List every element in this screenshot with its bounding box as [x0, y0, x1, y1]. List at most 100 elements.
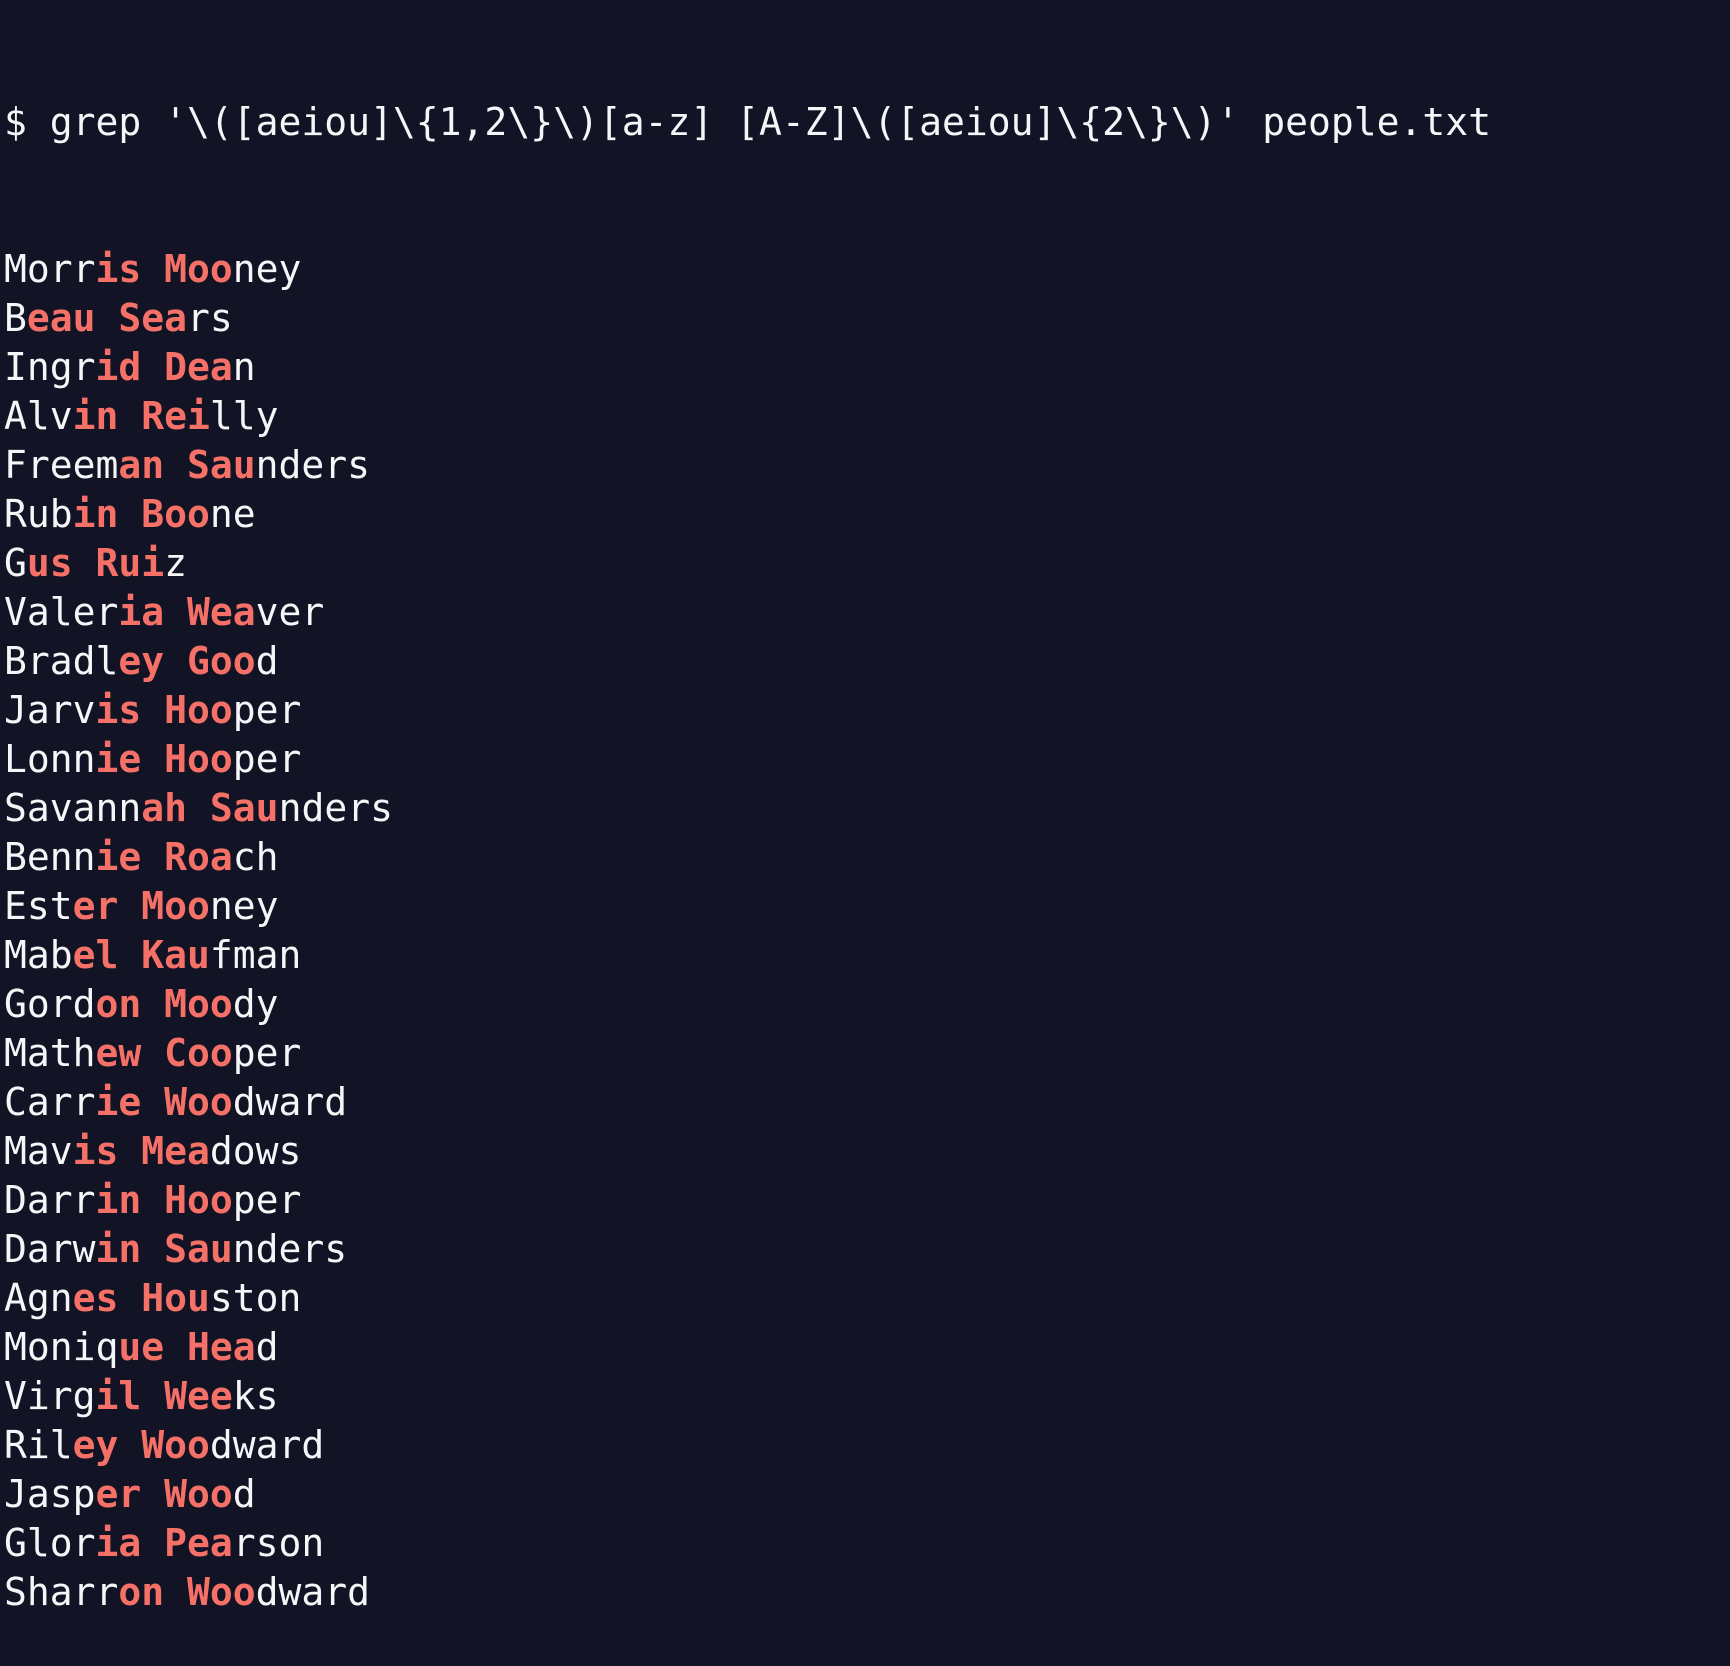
line-text: dward — [255, 1570, 371, 1614]
output-line: Mavis Meadows — [4, 1127, 1724, 1176]
match-highlight: us Rui — [26, 541, 165, 585]
line-text: Jasp — [4, 1472, 96, 1516]
line-text: rs — [187, 296, 233, 340]
line-text: d — [255, 1325, 279, 1369]
match-highlight: ie Roa — [95, 835, 233, 879]
match-highlight: on Woo — [118, 1570, 256, 1614]
match-highlight: eau Sea — [26, 296, 188, 340]
line-text: Mab — [4, 933, 73, 977]
line-text: Glor — [4, 1521, 96, 1565]
line-text: Carr — [4, 1080, 96, 1124]
output-line: Ingrid Dean — [4, 343, 1724, 392]
line-text: ver — [255, 590, 325, 634]
line-text: Sharr — [4, 1570, 119, 1614]
line-text: Darr — [4, 1178, 96, 1222]
match-highlight: er Woo — [95, 1472, 233, 1516]
output-line: Bradley Good — [4, 637, 1724, 686]
match-highlight: is Moo — [95, 247, 233, 291]
match-highlight: ia Pea — [95, 1521, 233, 1565]
output-line: Bennie Roach — [4, 833, 1724, 882]
output-line: Mathew Cooper — [4, 1029, 1724, 1078]
line-text: dward — [232, 1080, 348, 1124]
match-highlight: on Moo — [95, 982, 233, 1026]
line-text: per — [232, 1178, 302, 1222]
match-highlight: er Moo — [72, 884, 210, 928]
match-highlight: is Mea — [72, 1129, 210, 1173]
match-highlight: an Sau — [118, 443, 256, 487]
output-line: Sharron Woodward — [4, 1568, 1724, 1617]
line-text: d — [255, 639, 279, 683]
match-highlight: in Rei — [72, 394, 210, 438]
match-highlight: ey Woo — [72, 1423, 210, 1467]
line-text: ch — [232, 835, 279, 879]
output-line: Jasper Wood — [4, 1470, 1724, 1519]
match-highlight: in Hoo — [95, 1178, 233, 1222]
match-highlight: ew Coo — [95, 1031, 233, 1075]
match-highlight: il Wee — [95, 1374, 233, 1418]
output-line: Freeman Saunders — [4, 441, 1724, 490]
output-line: Gordon Moody — [4, 980, 1724, 1029]
line-text: lly — [209, 394, 279, 438]
match-highlight: ie Woo — [95, 1080, 233, 1124]
match-highlight: is Hoo — [95, 688, 233, 732]
match-highlight: es Hou — [72, 1276, 210, 1320]
output-line: Valeria Weaver — [4, 588, 1724, 637]
match-highlight: in Boo — [72, 492, 210, 536]
line-text: Agn — [4, 1276, 73, 1320]
line-text: per — [232, 737, 302, 781]
line-text: dows — [209, 1129, 302, 1173]
match-highlight: in Sau — [95, 1227, 233, 1271]
match-highlight: ia Wea — [118, 590, 256, 634]
line-text: Bradl — [4, 639, 119, 683]
output-line: Riley Woodward — [4, 1421, 1724, 1470]
line-text: ks — [232, 1374, 279, 1418]
line-text: Moniq — [4, 1325, 119, 1369]
line-text: Jarv — [4, 688, 96, 732]
line-text: Savann — [4, 786, 142, 830]
line-text: Freem — [4, 443, 119, 487]
output-line: Lonnie Hooper — [4, 735, 1724, 784]
line-text: nders — [255, 443, 371, 487]
line-text: Morr — [4, 247, 96, 291]
line-text: Est — [4, 884, 73, 928]
line-text: ne — [209, 492, 256, 536]
line-text: ney — [232, 247, 302, 291]
output-line: Alvin Reilly — [4, 392, 1724, 441]
output-line: Agnes Houston — [4, 1274, 1724, 1323]
command-line: $ grep '\([aeiou]\{1,2\}\)[a-z] [A-Z]\([… — [4, 100, 1492, 144]
match-highlight: el Kau — [72, 933, 210, 977]
terminal-window[interactable]: $ grep '\([aeiou]\{1,2\}\)[a-z] [A-Z]\([… — [4, 0, 1724, 1614]
output-line: Rubin Boone — [4, 490, 1724, 539]
output-line: Carrie Woodward — [4, 1078, 1724, 1127]
line-text: per — [232, 688, 302, 732]
match-highlight: ie Hoo — [95, 737, 233, 781]
line-text: Math — [4, 1031, 96, 1075]
line-text: z — [164, 541, 188, 585]
match-highlight: id Dea — [95, 345, 233, 389]
output-line: Darwin Saunders — [4, 1225, 1724, 1274]
line-text: nders — [278, 786, 393, 830]
output-line: Mabel Kaufman — [4, 931, 1724, 980]
match-highlight: ue Hea — [118, 1325, 256, 1369]
output-line: Ester Mooney — [4, 882, 1724, 931]
line-text: Rub — [4, 492, 73, 536]
line-text: G — [4, 541, 27, 585]
grep-output: Morris Mooney Beau Sears Ingrid Dean Alvin … — [4, 245, 1724, 1617]
line-text: Ingr — [4, 345, 96, 389]
line-text: dy — [232, 982, 279, 1026]
line-text: Benn — [4, 835, 96, 879]
match-highlight: ey Goo — [118, 639, 256, 683]
output-line: Beau Sears — [4, 294, 1724, 343]
line-text: Darw — [4, 1227, 96, 1271]
line-text: ston — [209, 1276, 302, 1320]
output-line: Monique Head — [4, 1323, 1724, 1372]
output-line: Savannah Saunders — [4, 784, 1724, 833]
line-text: Gord — [4, 982, 96, 1026]
line-text: d — [232, 1472, 256, 1516]
line-text: Ril — [4, 1423, 73, 1467]
line-text: Mav — [4, 1129, 73, 1173]
output-line: Darrin Hooper — [4, 1176, 1724, 1225]
line-text: nders — [232, 1227, 348, 1271]
output-line: Morris Mooney — [4, 245, 1724, 294]
output-line: Gloria Pearson — [4, 1519, 1724, 1568]
